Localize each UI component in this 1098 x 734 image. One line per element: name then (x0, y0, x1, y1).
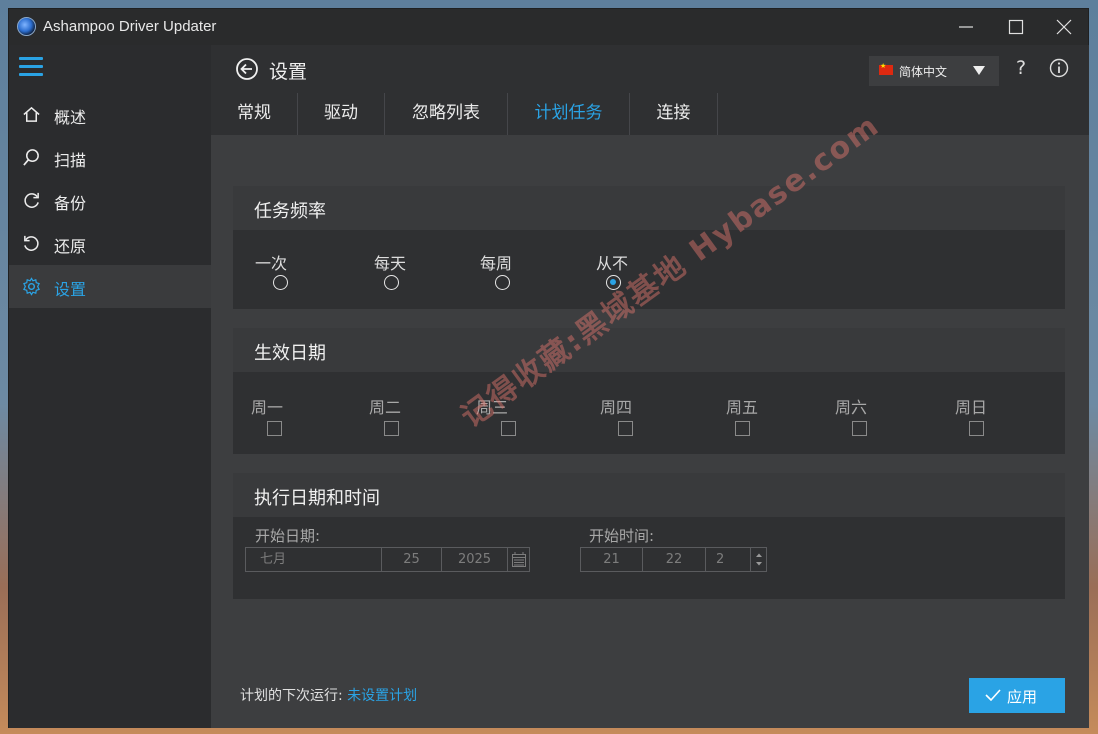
backup-icon (24, 192, 39, 208)
start-date-year[interactable]: 2025 (442, 548, 508, 571)
spinner-arrows-icon (756, 553, 762, 566)
sidebar-item-restore[interactable]: 还原 (9, 222, 211, 265)
section-header: 执行日期和时间 (233, 473, 1065, 517)
sidebar-item-scan[interactable]: 扫描 (9, 136, 211, 179)
frequency-radio-daily[interactable] (384, 275, 399, 290)
section-title: 执行日期和时间 (254, 488, 380, 509)
day-label: 周五 (726, 398, 759, 417)
day-label: 周六 (835, 398, 868, 417)
help-icon[interactable]: ? (1011, 57, 1031, 81)
tab-general[interactable]: 常规 (211, 93, 298, 135)
frequency-option-label: 每天 (374, 254, 407, 273)
start-time-label: 开始时间: (589, 527, 655, 545)
chevron-down-icon (973, 66, 985, 75)
back-icon[interactable] (235, 57, 259, 81)
app-logo-icon (17, 17, 36, 36)
start-date-month[interactable]: 七月 (246, 548, 382, 571)
day-label: 周二 (369, 398, 402, 417)
time-spinner[interactable] (752, 548, 766, 571)
close-icon (1056, 19, 1072, 35)
tab-ignore-list[interactable]: 忽略列表 (385, 93, 508, 135)
day-label: 周一 (251, 398, 284, 417)
sidebar-item-label: 扫描 (54, 151, 87, 170)
start-date-day[interactable]: 25 (382, 548, 442, 571)
effective-days-section: 生效日期 周一 周二 周三 周四 周五 周六 周日 (233, 328, 1065, 454)
execution-section: 执行日期和时间 开始日期: 七月 25 2025 开始时间: 21 22 2 (233, 473, 1065, 599)
next-run-label: 计划的下次运行: (240, 688, 348, 704)
main-panel: 设置 简体中文 ? 常规 驱动 忽略列表 计划任务 连接 任务频率 一次 每天 (211, 45, 1089, 728)
sidebar-item-settings[interactable]: 设置 (9, 265, 211, 308)
check-icon (985, 689, 1001, 701)
day-label: 周四 (600, 398, 633, 417)
day-checkbox-monday[interactable] (267, 421, 282, 436)
section-header: 生效日期 (233, 328, 1065, 372)
tab-connection[interactable]: 连接 (630, 93, 718, 135)
home-icon (23, 106, 40, 122)
app-title: Ashampoo Driver Updater (43, 18, 217, 35)
sidebar-item-label: 还原 (54, 237, 87, 256)
sidebar-item-label: 设置 (54, 280, 87, 299)
next-run-status: 计划的下次运行: 未设置计划 (240, 685, 417, 705)
language-label: 简体中文 (899, 65, 948, 79)
minimize-icon (959, 26, 973, 28)
section-header: 任务频率 (233, 186, 1065, 230)
info-icon[interactable] (1049, 58, 1069, 78)
minimize-button[interactable] (943, 9, 989, 45)
start-time-second[interactable]: 2 (706, 548, 751, 571)
sidebar-item-label: 概述 (54, 108, 87, 127)
next-run-link[interactable]: 未设置计划 (347, 688, 417, 704)
day-checkbox-sunday[interactable] (969, 421, 984, 436)
maximize-button[interactable] (993, 9, 1039, 45)
start-time-picker[interactable]: 21 22 2 (580, 547, 767, 572)
tab-bar: 常规 驱动 忽略列表 计划任务 连接 (211, 93, 1089, 135)
china-flag-icon (879, 62, 893, 75)
maximize-icon (1008, 19, 1024, 35)
start-date-picker[interactable]: 七月 25 2025 (245, 547, 530, 572)
sidebar-header (9, 45, 211, 93)
start-time-hour[interactable]: 21 (581, 548, 643, 571)
section-title: 任务频率 (254, 201, 326, 222)
close-button[interactable] (1041, 9, 1087, 45)
apply-button-label: 应用 (1007, 688, 1038, 706)
frequency-option-label: 每周 (480, 254, 513, 273)
day-checkbox-friday[interactable] (735, 421, 750, 436)
sidebar-item-backup[interactable]: 备份 (9, 179, 211, 222)
page-header: 设置 简体中文 ? (211, 45, 1089, 93)
start-date-label: 开始日期: (255, 527, 321, 545)
day-checkbox-thursday[interactable] (618, 421, 633, 436)
page-title: 设置 (269, 61, 308, 83)
tab-drivers[interactable]: 驱动 (298, 93, 385, 135)
start-time-minute[interactable]: 22 (643, 548, 706, 571)
sidebar: 概述 扫描 备份 还原 设置 (9, 45, 211, 728)
frequency-radio-weekly[interactable] (495, 275, 510, 290)
day-label: 周日 (955, 398, 988, 417)
calendar-icon[interactable] (512, 552, 526, 567)
search-icon (23, 149, 39, 166)
gear-icon (23, 277, 40, 296)
menu-icon[interactable] (19, 57, 43, 77)
frequency-option-label: 从不 (596, 254, 629, 273)
sidebar-item-overview[interactable]: 概述 (9, 93, 211, 136)
frequency-option-label: 一次 (255, 254, 288, 273)
day-checkbox-tuesday[interactable] (384, 421, 399, 436)
section-title: 生效日期 (254, 343, 326, 364)
tab-schedule[interactable]: 计划任务 (508, 93, 630, 135)
day-checkbox-wednesday[interactable] (501, 421, 516, 436)
frequency-radio-once[interactable] (273, 275, 288, 290)
sidebar-item-label: 备份 (54, 194, 87, 213)
language-select[interactable]: 简体中文 (869, 56, 999, 86)
title-bar: Ashampoo Driver Updater (9, 9, 1088, 45)
apply-button[interactable]: 应用 (969, 678, 1065, 713)
day-checkbox-saturday[interactable] (852, 421, 867, 436)
restore-icon (24, 235, 39, 251)
